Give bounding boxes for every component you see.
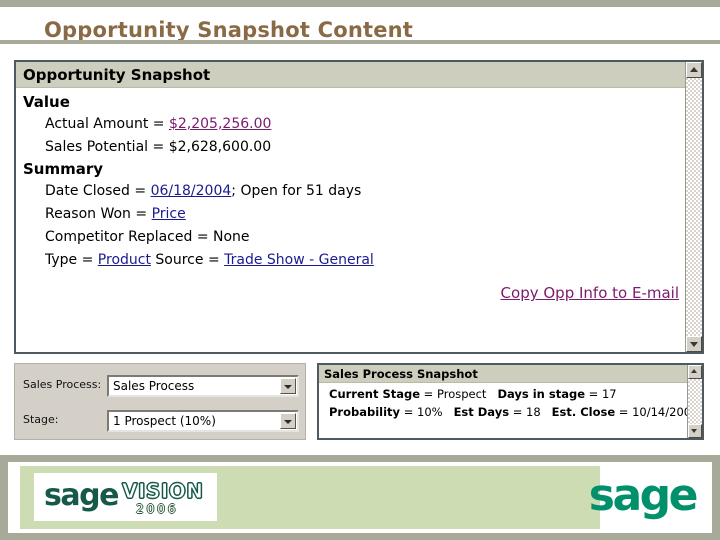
- page-title: Opportunity Snapshot Content: [44, 18, 414, 42]
- actual-amount-link[interactable]: $2,205,256.00: [169, 116, 271, 132]
- opportunity-snapshot-content: Opportunity Snapshot Value Actual Amount…: [16, 62, 685, 352]
- sales-process-label: Sales Process:: [23, 378, 102, 391]
- date-closed-link[interactable]: 06/18/2004: [151, 183, 232, 199]
- date-closed-label: Date Closed =: [45, 183, 151, 199]
- sales-process-snapshot-vertical-scrollbar[interactable]: [687, 365, 702, 438]
- copy-opp-info-row: Copy Opp Info to E-mail: [23, 284, 685, 302]
- probability-label: Probability: [329, 405, 401, 419]
- slide-content-stage: Opportunity Snapshot Value Actual Amount…: [0, 44, 720, 455]
- current-stage-label: Current Stage: [329, 387, 421, 401]
- days-in-stage-eq: =: [585, 387, 602, 401]
- sales-process-dropdown-arrow-button[interactable]: [280, 378, 296, 394]
- sales-process-snapshot-line-1: Current Stage = Prospect Days in stage = …: [329, 387, 687, 401]
- row-sales-potential: Sales Potential = $2,628,600.00: [45, 136, 685, 159]
- date-closed-suffix: ; Open for 51 days: [231, 183, 362, 199]
- current-stage-eq: =: [420, 387, 437, 401]
- chevron-down-icon: [284, 420, 292, 424]
- source-label: Source =: [150, 252, 225, 268]
- chevron-up-icon: [691, 369, 697, 373]
- slide-footer-band: sage VISION 2006 sage: [0, 455, 720, 540]
- est-days-eq: =: [509, 405, 527, 419]
- stage-field-row: Stage: 1 Prospect (10%): [23, 410, 299, 432]
- section-heading-value: Value: [23, 93, 70, 111]
- type-link[interactable]: Product: [98, 252, 151, 268]
- chevron-up-icon: [690, 67, 698, 72]
- days-in-stage-label: Days in stage: [497, 387, 586, 401]
- row-actual-amount: Actual Amount = $2,205,256.00: [45, 113, 685, 136]
- footer-green-bar: sage VISION 2006: [20, 466, 600, 529]
- sales-process-form-pane: Sales Process: Sales Process Stage: 1 Pr…: [14, 363, 306, 440]
- copy-opp-info-to-email-link[interactable]: Copy Opp Info to E-mail: [501, 284, 679, 302]
- opportunity-snapshot-vertical-scrollbar[interactable]: [685, 62, 702, 352]
- sales-process-snapshot-header: Sales Process Snapshot: [319, 365, 687, 383]
- scroll-down-button[interactable]: [688, 424, 702, 438]
- row-reason-won: Reason Won = Price: [45, 203, 685, 226]
- competitor-replaced-value: None: [213, 229, 250, 245]
- footer-white-area: sage VISION 2006 sage: [8, 462, 712, 533]
- chevron-down-icon: [691, 429, 697, 433]
- sage-vision-year-text: 2006: [136, 502, 179, 516]
- scroll-up-button[interactable]: [688, 365, 702, 379]
- lower-section: Sales Process: Sales Process Stage: 1 Pr…: [14, 363, 704, 440]
- actual-amount-label: Actual Amount =: [45, 116, 169, 132]
- slide-title-band: Opportunity Snapshot Content: [0, 7, 720, 42]
- slide-top-strip: [0, 0, 720, 7]
- sage-vision-wordmark: sage: [44, 478, 119, 513]
- row-date-closed: Date Closed = 06/18/2004; Open for 51 da…: [45, 180, 685, 203]
- scroll-up-button[interactable]: [686, 62, 702, 78]
- type-label: Type =: [45, 252, 98, 268]
- est-close-label: Est. Close: [551, 405, 616, 419]
- est-days-value: 18: [526, 405, 541, 419]
- sage-logo: sage: [588, 470, 699, 521]
- opportunity-snapshot-body: Value Actual Amount = $2,205,256.00 Sale…: [16, 88, 685, 302]
- probability-eq: =: [400, 405, 417, 419]
- opportunity-snapshot-panel: Opportunity Snapshot Value Actual Amount…: [14, 60, 704, 354]
- sales-potential-value: $2,628,600.00: [168, 139, 272, 155]
- current-stage-value: Prospect: [436, 387, 487, 401]
- days-in-stage-value: 17: [601, 387, 617, 401]
- reason-won-label: Reason Won =: [45, 206, 152, 222]
- sales-process-snapshot-content: Sales Process Snapshot Current Stage = P…: [319, 365, 698, 438]
- chevron-down-icon: [284, 385, 292, 389]
- probability-value: 10%: [417, 405, 443, 419]
- chevron-down-icon: [690, 342, 698, 347]
- stage-dropdown[interactable]: 1 Prospect (10%): [107, 410, 299, 432]
- est-close-eq: =: [615, 405, 633, 419]
- stage-label: Stage:: [23, 413, 59, 426]
- section-heading-summary: Summary: [23, 160, 104, 178]
- sales-potential-label: Sales Potential =: [45, 139, 169, 155]
- sales-process-snapshot-line-2: Probability = 10% Est Days = 18 Est. Close…: [329, 405, 698, 419]
- reason-won-link[interactable]: Price: [152, 206, 186, 222]
- source-link[interactable]: Trade Show - General: [224, 252, 374, 268]
- sales-process-field-row: Sales Process: Sales Process: [23, 375, 299, 397]
- scroll-down-button[interactable]: [686, 336, 702, 352]
- sage-vision-logo: sage VISION 2006: [34, 473, 217, 521]
- stage-dropdown-arrow-button[interactable]: [280, 413, 296, 429]
- sales-process-snapshot-panel: Sales Process Snapshot Current Stage = P…: [317, 363, 704, 440]
- competitor-replaced-label: Competitor Replaced =: [45, 229, 214, 245]
- sales-process-selected-value: Sales Process: [113, 379, 195, 393]
- sage-vision-vision-text: VISION: [122, 479, 204, 503]
- row-competitor-replaced: Competitor Replaced = None: [45, 226, 685, 249]
- sales-process-dropdown[interactable]: Sales Process: [107, 375, 299, 397]
- est-days-label: Est Days: [453, 405, 510, 419]
- row-type-source: Type = Product Source = Trade Show - Gen…: [45, 249, 685, 272]
- stage-selected-value: 1 Prospect (10%): [113, 414, 216, 428]
- opportunity-snapshot-header: Opportunity Snapshot: [16, 62, 685, 88]
